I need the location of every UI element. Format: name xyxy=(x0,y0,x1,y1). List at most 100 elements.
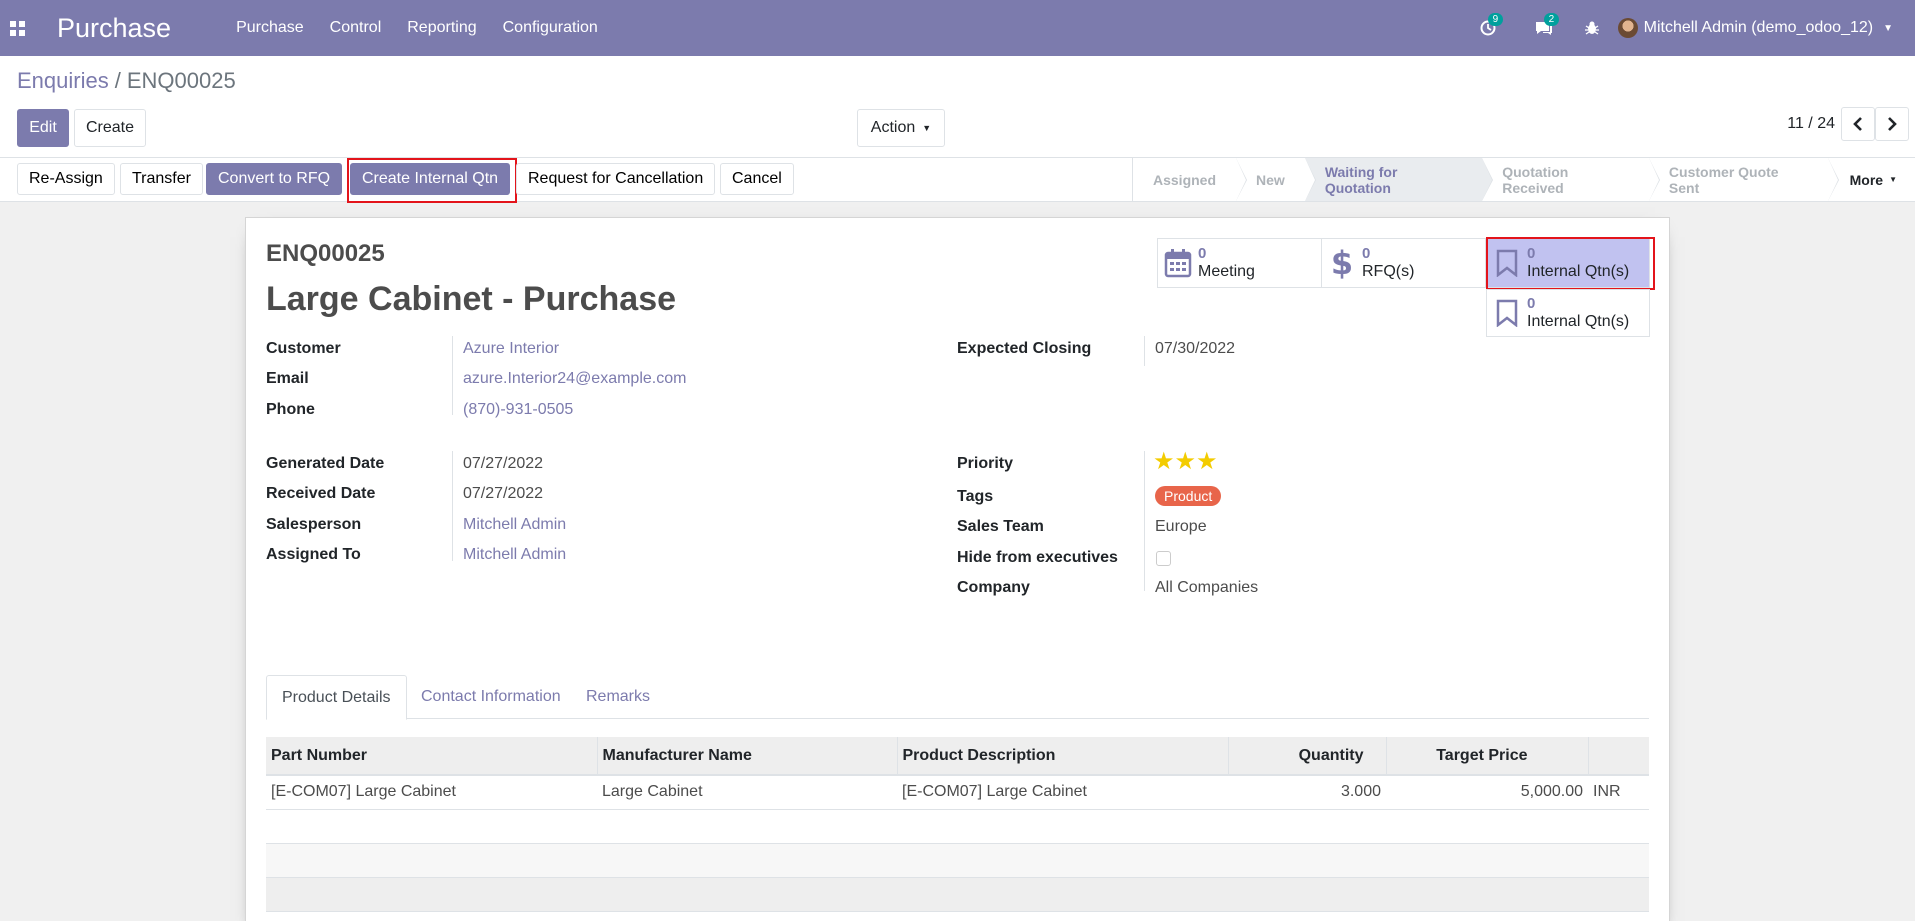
breadcrumb: Enquiries / ENQ00025 xyxy=(17,68,236,94)
col-currency xyxy=(1588,737,1649,776)
reassign-button[interactable]: Re-Assign xyxy=(17,163,115,195)
message-count-badge: 2 xyxy=(1543,13,1560,26)
pager-value[interactable]: 11 / 24 xyxy=(1787,115,1835,133)
stage-quotation-received[interactable]: Quotation Received xyxy=(1482,158,1660,201)
action-label: Action xyxy=(870,119,916,136)
tags-label: Tags xyxy=(957,488,994,505)
user-name: Mitchell Admin (demo_odoo_12) xyxy=(1643,19,1874,36)
activity-button[interactable]: 9 xyxy=(1460,0,1516,56)
col-product-description[interactable]: Product Description xyxy=(897,737,1229,776)
tab-contact-information[interactable]: Contact Information xyxy=(406,675,576,719)
received-date-label: Received Date xyxy=(266,485,376,502)
table-header-row: Part Number Manufacturer Name Product De… xyxy=(266,737,1649,776)
phone-value[interactable]: (870)-931-0505 xyxy=(463,401,573,419)
col-manufacturer-name[interactable]: Manufacturer Name xyxy=(597,737,898,776)
company-label: Company xyxy=(957,579,1030,596)
expected-closing-value[interactable]: 07/30/2022 xyxy=(1155,340,1235,358)
rfq-label: RFQ(s) xyxy=(1362,263,1415,280)
received-date-value[interactable]: 07/27/2022 xyxy=(463,485,543,503)
table-row-empty xyxy=(266,877,1649,912)
sales-team-label: Sales Team xyxy=(957,518,1044,535)
action-dropdown[interactable]: Action ▼ xyxy=(857,109,945,147)
breadcrumb-enquiries[interactable]: Enquiries xyxy=(17,68,109,93)
cell-quantity: 3.000 xyxy=(1228,775,1386,810)
more-stages-dropdown[interactable]: More ▼ xyxy=(1828,158,1915,201)
transfer-button[interactable]: Transfer xyxy=(120,163,203,195)
app-brand: Purchase xyxy=(57,12,172,43)
priority-label: Priority xyxy=(957,455,1014,472)
sales-team-value[interactable]: Europe xyxy=(1155,518,1207,536)
assigned-to-value[interactable]: Mitchell Admin xyxy=(463,546,566,564)
col-quantity[interactable]: Quantity xyxy=(1228,737,1387,776)
menu-reporting[interactable]: Reporting xyxy=(394,19,489,37)
rfq-count: 0 xyxy=(1362,245,1371,262)
assigned-to-label: Assigned To xyxy=(266,546,361,563)
expected-closing-label: Expected Closing xyxy=(957,340,1092,357)
email-label: Email xyxy=(266,370,309,387)
notebook-tabs: Product Details Contact Information Rema… xyxy=(266,675,1649,720)
table-row[interactable]: [E-COM07] Large Cabinet Large Cabinet [E… xyxy=(266,775,1649,810)
salesperson-value[interactable]: Mitchell Admin xyxy=(463,516,566,534)
tag-badge[interactable]: Product xyxy=(1155,486,1222,506)
bug-icon xyxy=(1584,21,1599,35)
menu-purchase[interactable]: Purchase xyxy=(223,19,317,37)
tab-remarks[interactable]: Remarks xyxy=(571,675,665,719)
pager-previous-button[interactable] xyxy=(1841,107,1875,141)
col-part-number[interactable]: Part Number xyxy=(266,737,598,776)
top-navbar: Purchase Purchase Control Reporting Conf… xyxy=(0,0,1915,56)
menu-control[interactable]: Control xyxy=(317,19,395,37)
meeting-smart-button[interactable]: 0 Meeting xyxy=(1157,238,1322,288)
debug-button[interactable] xyxy=(1572,0,1612,56)
stage-customer-quote-sent[interactable]: Customer Quote Sent xyxy=(1649,158,1839,201)
cell-manufacturer: Large Cabinet xyxy=(597,775,897,810)
col-target-price[interactable]: Target Price xyxy=(1386,737,1589,776)
enquiry-reference: ENQ00025 xyxy=(266,240,385,267)
hide-exec-label: Hide from executives xyxy=(957,549,1118,566)
stage-pipeline: Assigned New Waiting for Quotation Quota… xyxy=(1132,158,1915,201)
stage-waiting-for-quotation[interactable]: Waiting for Quotation xyxy=(1304,158,1494,201)
internal-qtn-count-2: 0 xyxy=(1527,295,1536,312)
menu-configuration[interactable]: Configuration xyxy=(490,19,611,37)
stage-assigned[interactable]: Assigned xyxy=(1133,158,1248,201)
field-divider xyxy=(452,336,453,415)
caret-down-icon: ▼ xyxy=(1883,22,1893,34)
convert-to-rfq-button[interactable]: Convert to RFQ xyxy=(206,163,343,195)
meeting-count: 0 xyxy=(1198,245,1207,262)
request-cancellation-button[interactable]: Request for Cancellation xyxy=(516,163,716,195)
generated-date-value[interactable]: 07/27/2022 xyxy=(463,455,543,473)
field-divider xyxy=(1144,451,1145,591)
status-bar: Re-Assign Transfer Convert to RFQ Create… xyxy=(0,158,1915,203)
highlight-internal-qtn xyxy=(1486,237,1655,290)
bookmark-icon xyxy=(1487,299,1527,327)
hide-exec-checkbox[interactable] xyxy=(1156,551,1171,566)
cell-description: [E-COM07] Large Cabinet xyxy=(897,775,1228,810)
generated-date-label: Generated Date xyxy=(266,455,385,472)
priority-stars[interactable]: ★★★ xyxy=(1153,447,1218,476)
breadcrumb-separator: / xyxy=(114,68,121,93)
edit-button[interactable]: Edit xyxy=(17,109,69,147)
field-divider xyxy=(452,451,453,561)
product-lines-table: Part Number Manufacturer Name Product De… xyxy=(266,737,1649,912)
tab-product-details[interactable]: Product Details xyxy=(266,675,407,720)
cancel-button[interactable]: Cancel xyxy=(720,163,794,195)
internal-qtn-smart-button-dropdown[interactable]: 0 Internal Qtn(s) xyxy=(1486,289,1650,337)
star-icon[interactable]: ★ xyxy=(1153,448,1175,475)
form-sheet: ENQ00025 Large Cabinet - Purchase 0 Meeti… xyxy=(245,217,1670,921)
cell-target-price: 5,000.00 xyxy=(1386,775,1588,810)
star-icon[interactable]: ★ xyxy=(1196,448,1218,475)
field-divider xyxy=(1144,336,1145,366)
cell-currency: INR xyxy=(1588,775,1649,810)
cell-part-number: [E-COM07] Large Cabinet xyxy=(266,775,597,810)
customer-value[interactable]: Azure Interior xyxy=(463,340,559,358)
star-icon[interactable]: ★ xyxy=(1175,448,1197,475)
create-button[interactable]: Create xyxy=(74,109,146,147)
messages-button[interactable]: 2 xyxy=(1516,0,1572,56)
email-value[interactable]: azure.Interior24@example.com xyxy=(463,370,686,388)
company-value[interactable]: All Companies xyxy=(1155,579,1258,597)
user-menu[interactable]: Mitchell Admin (demo_odoo_12) ▼ xyxy=(1617,18,1893,38)
rfq-smart-button[interactable]: $ 0 RFQ(s) xyxy=(1321,238,1486,288)
apps-menu-icon[interactable] xyxy=(0,0,34,56)
pager-next-button[interactable] xyxy=(1875,107,1909,141)
caret-down-icon: ▼ xyxy=(922,123,932,133)
enquiry-title: Large Cabinet - Purchase xyxy=(266,280,677,318)
